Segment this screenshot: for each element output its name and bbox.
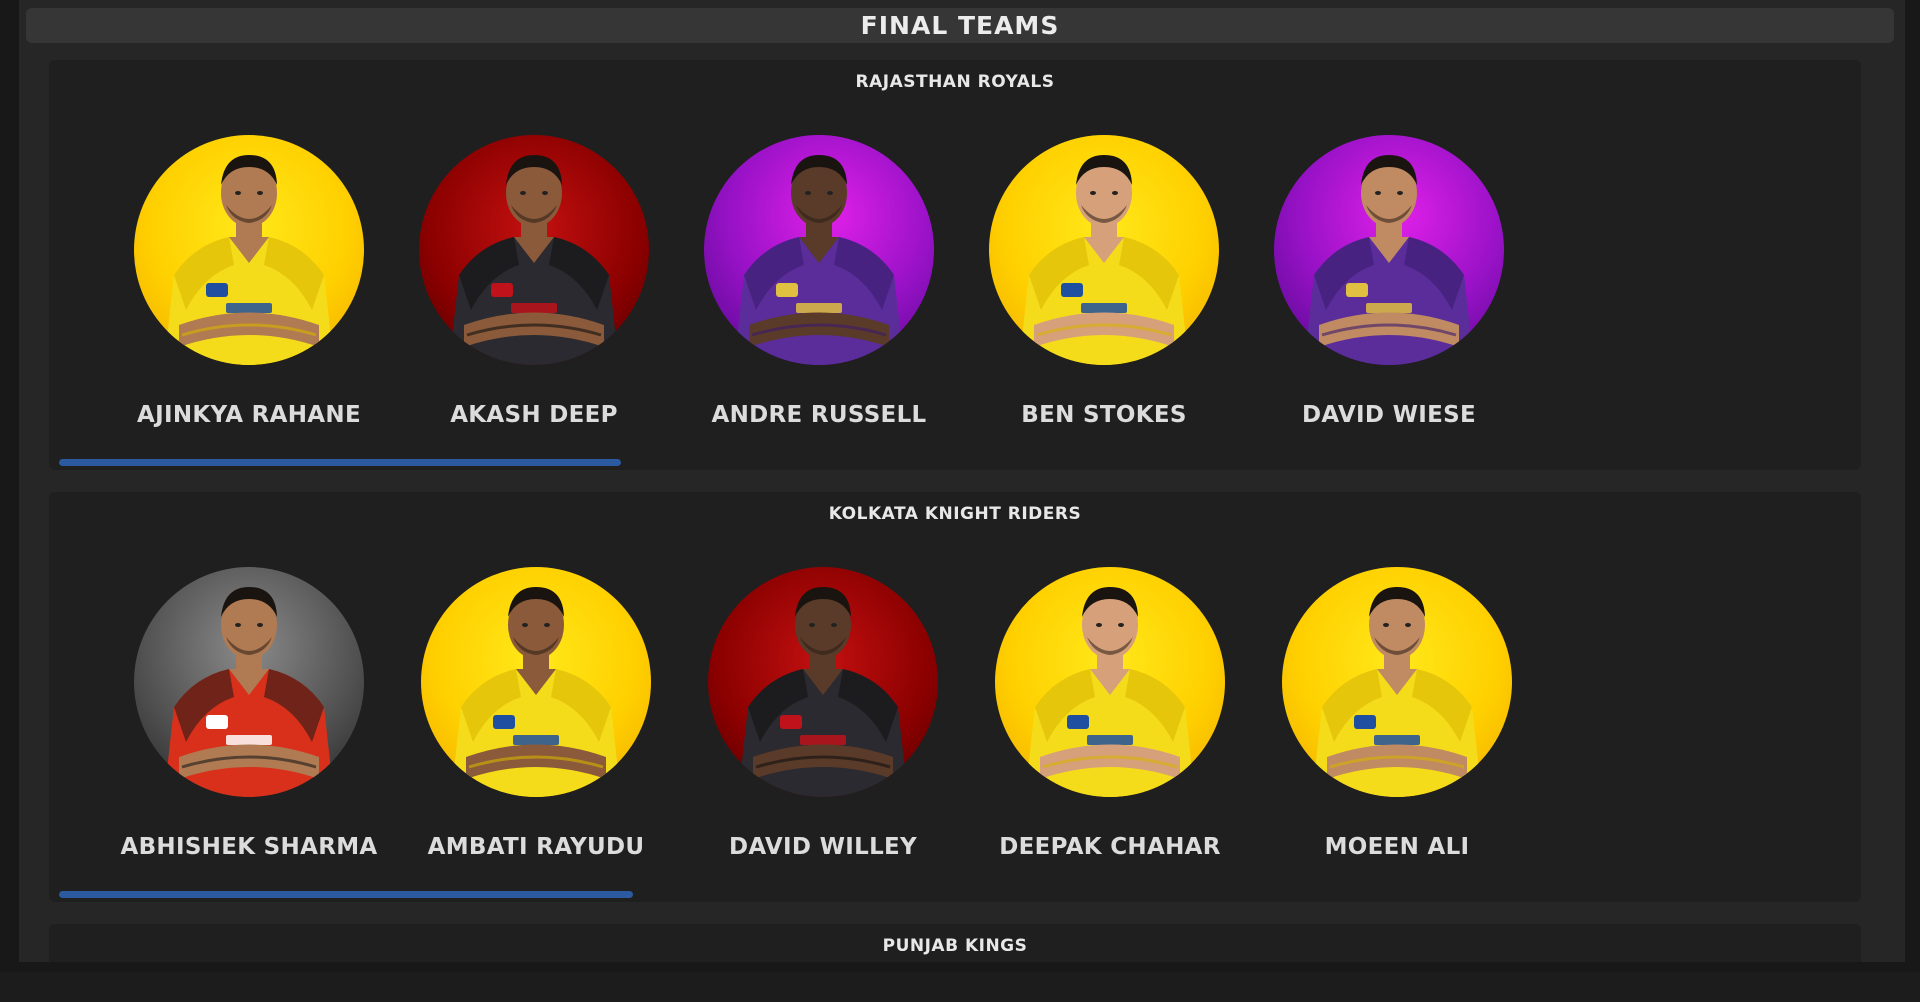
player-card[interactable]: DEEPAK CHAHAR bbox=[950, 492, 1270, 872]
player-card[interactable]: ANDRE RUSSELL bbox=[659, 60, 979, 440]
player-name: MOEEN ALI bbox=[1324, 834, 1470, 860]
player-photo bbox=[1274, 135, 1504, 365]
player-card[interactable]: DAVID WILLEY bbox=[663, 492, 983, 872]
player-card[interactable]: BEN STOKES bbox=[944, 60, 1264, 440]
player-name: AMBATI RAYUDU bbox=[427, 834, 645, 860]
player-photo bbox=[1282, 567, 1512, 797]
player-photo bbox=[989, 135, 1219, 365]
player-name: ANDRE RUSSELL bbox=[711, 402, 927, 428]
player-card[interactable]: ABHISHEK SHARMA bbox=[89, 492, 409, 872]
player-name: BEN STOKES bbox=[1021, 402, 1187, 428]
page-title: FINAL TEAMS bbox=[860, 11, 1060, 40]
player-name: DAVID WILLEY bbox=[729, 834, 917, 860]
page-header: FINAL TEAMS bbox=[26, 8, 1894, 43]
player-name: AKASH DEEP bbox=[450, 402, 618, 428]
final-teams-panel: FINAL TEAMS RAJASTHAN ROYALS AJINKYA RAH… bbox=[19, 0, 1905, 962]
player-photo bbox=[704, 135, 934, 365]
player-card[interactable]: AJINKYA RAHANE bbox=[89, 60, 409, 440]
player-photo bbox=[421, 567, 651, 797]
player-card[interactable]: DAVID WIESE bbox=[1229, 60, 1549, 440]
player-card[interactable]: AMBATI RAYUDU bbox=[376, 492, 696, 872]
player-card[interactable]: MOEEN ALI bbox=[1237, 492, 1557, 872]
player-name: ABHISHEK SHARMA bbox=[120, 834, 378, 860]
player-name: DAVID WIESE bbox=[1301, 402, 1476, 428]
player-photo bbox=[134, 567, 364, 797]
bottom-bar bbox=[0, 972, 1920, 1002]
player-photo bbox=[419, 135, 649, 365]
horizontal-scrollbar[interactable] bbox=[59, 891, 633, 898]
player-name: AJINKYA RAHANE bbox=[137, 402, 361, 428]
player-photo bbox=[708, 567, 938, 797]
player-name: DEEPAK CHAHAR bbox=[999, 834, 1221, 860]
team-card-kolkata-knight-riders: KOLKATA KNIGHT RIDERS ABHISHEK SHARMA AM… bbox=[49, 492, 1861, 902]
team-card-punjab-kings: PUNJAB KINGS bbox=[49, 924, 1861, 962]
player-photo bbox=[134, 135, 364, 365]
horizontal-scrollbar[interactable] bbox=[59, 459, 621, 466]
team-card-rajasthan-royals: RAJASTHAN ROYALS AJINKYA RAHANE AKASH DE… bbox=[49, 60, 1861, 470]
player-photo bbox=[995, 567, 1225, 797]
player-card[interactable]: AKASH DEEP bbox=[374, 60, 694, 440]
team-name: PUNJAB KINGS bbox=[882, 936, 1028, 956]
